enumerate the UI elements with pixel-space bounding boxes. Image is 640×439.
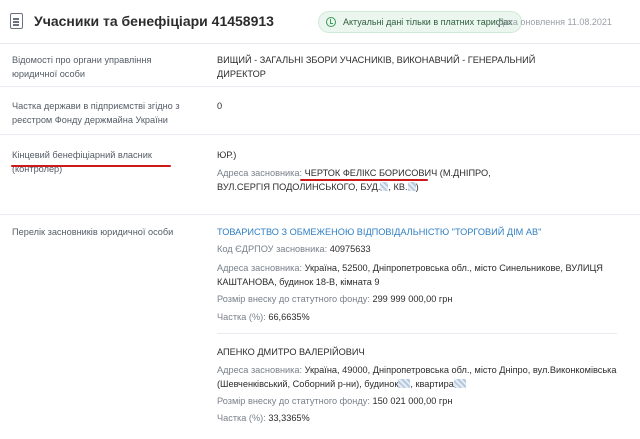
row-divider bbox=[0, 214, 640, 215]
founder-address-apt: , квартира bbox=[410, 379, 454, 389]
founder-capital-label: Розмір внеску до статутного фонду: bbox=[217, 294, 370, 304]
founder-code-value: 40975633 bbox=[329, 244, 371, 254]
state-share-label: Частка держави в підприємстві згідно з р… bbox=[12, 101, 180, 125]
redacted-mark bbox=[407, 182, 416, 191]
state-share-value: 0 bbox=[217, 101, 223, 111]
beneficiary-label: Кінцевий бенефіціарний власник (контроле… bbox=[12, 150, 152, 174]
founder-capital-label: Розмір внеску до статутного фонду: bbox=[217, 396, 370, 406]
section-title: Учасники та бенефіціари 41458913 bbox=[34, 13, 274, 29]
governance-label: Відомості про органи управління юридично… bbox=[12, 55, 152, 79]
founder-address-label: Адреса засновника: bbox=[217, 365, 303, 375]
founder-capital-value: 150 021 000,00 грн bbox=[372, 396, 453, 406]
beneficiary-address-end: ) bbox=[415, 182, 419, 192]
founder-capital: Розмір внеску до статутного фонду: 299 9… bbox=[217, 292, 617, 306]
founder-share: Частка (%): 66,6635% bbox=[217, 310, 617, 324]
row-divider bbox=[0, 134, 640, 135]
notice-text: Актуальні дані тільки в платних тарифах bbox=[343, 17, 513, 27]
paid-data-notice[interactable]: Актуальні дані тільки в платних тарифах bbox=[318, 11, 522, 33]
section-header: Учасники та бенефіціари 41458913 Актуаль… bbox=[0, 0, 640, 44]
founder-share-label: Частка (%): bbox=[217, 312, 266, 322]
row-divider bbox=[0, 86, 640, 87]
redacted-mark bbox=[453, 379, 466, 388]
beneficiary-name-underline bbox=[300, 179, 428, 181]
founder-address: Адреса засновника: Україна, 49000, Дніпр… bbox=[217, 363, 617, 391]
beneficiary-label-underline bbox=[11, 165, 171, 167]
redacted-mark bbox=[398, 379, 411, 388]
founder-share: Частка (%): 33,3365% bbox=[217, 411, 617, 425]
founder-capital: Розмір внеску до статутного фонду: 150 0… bbox=[217, 394, 617, 408]
founders-label: Перелік засновників юридичної особи bbox=[12, 227, 174, 237]
check-circle-icon bbox=[326, 17, 336, 27]
founder-share-value: 33,3365% bbox=[268, 413, 310, 423]
founder-code-label: Код ЄДРПОУ засновника: bbox=[217, 244, 328, 254]
founder-divider bbox=[217, 333, 617, 334]
document-icon bbox=[10, 13, 23, 29]
founder-code: Код ЄДРПОУ засновника: 40975633 bbox=[217, 242, 617, 256]
founder-capital-value: 299 999 000,00 грн bbox=[372, 294, 453, 304]
beneficiary-value: ЮР.) bbox=[217, 150, 237, 160]
beneficiary-name: ЧЕРТОК ФЕЛІКС БОРИСОВИЧ bbox=[304, 168, 438, 178]
founder-share-value: 66,6635% bbox=[268, 312, 310, 322]
beneficiary-address-label: Адреса засновника: bbox=[217, 168, 303, 178]
beneficiary-address-kv: , КВ. bbox=[388, 182, 408, 192]
founder-person-name: АПЕНКО ДМИТРО ВАЛЕРІЙОВИЧ bbox=[217, 347, 365, 357]
founder-share-label: Частка (%): bbox=[217, 413, 266, 423]
founder-address-label: Адреса засновника: bbox=[217, 263, 303, 273]
update-date: Дата оновлення 11.08.2021 bbox=[498, 17, 612, 27]
founder-address: Адреса засновника: Україна, 52500, Дніпр… bbox=[217, 261, 617, 289]
founder-company-link[interactable]: ТОВАРИСТВО З ОБМЕЖЕНОЮ ВІДПОВІДАЛЬНІСТЮ … bbox=[217, 225, 617, 239]
governance-value: ВИЩИЙ - ЗАГАЛЬНІ ЗБОРИ УЧАСНИКІВ, ВИКОНА… bbox=[217, 55, 536, 79]
